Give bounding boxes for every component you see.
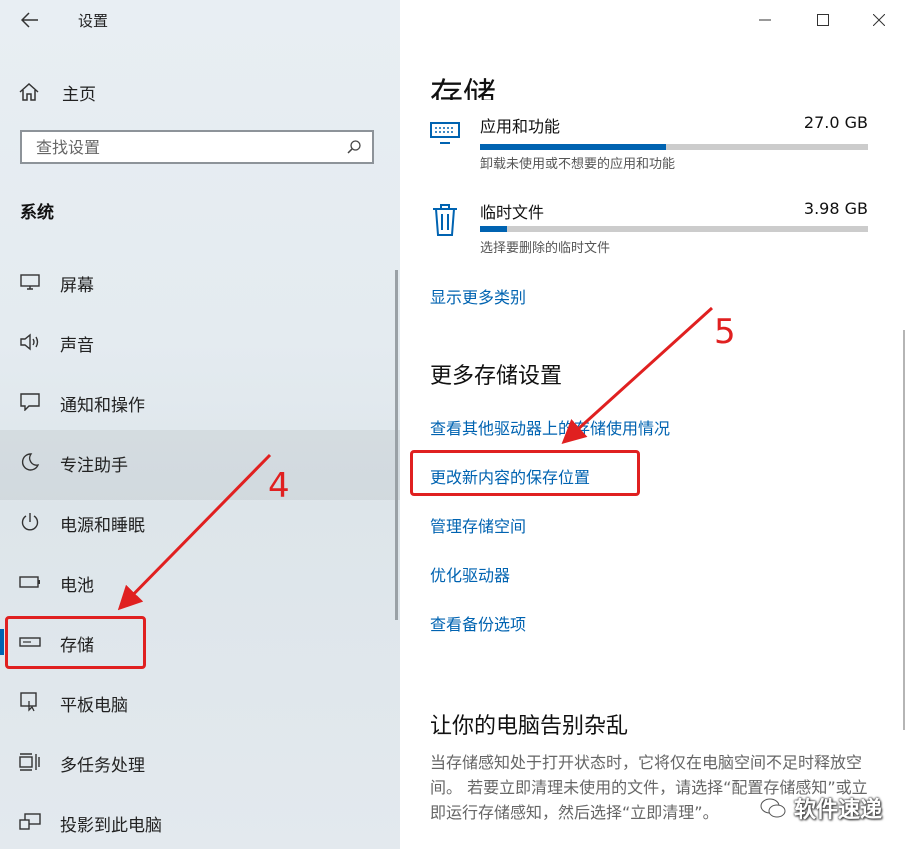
step-number-4: 4 (268, 466, 290, 506)
wechat-icon (760, 798, 786, 818)
watermark-text: 软件速递 (794, 798, 883, 823)
arrow-to-storage (117, 453, 272, 611)
annotation-arrows (117, 306, 714, 611)
watermark: 软件速递 (760, 792, 882, 824)
arrow-to-save-location (561, 306, 714, 445)
step-number-5: 5 (714, 312, 736, 352)
